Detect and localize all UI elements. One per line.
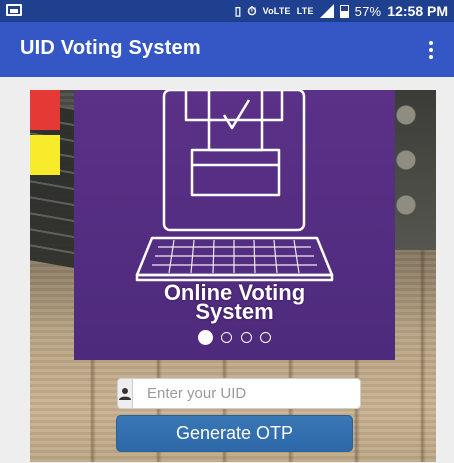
battery-icon	[339, 4, 349, 18]
uid-input-group	[117, 378, 361, 409]
image-notification-icon	[6, 4, 22, 16]
status-time: 12:58 PM	[387, 3, 448, 19]
image-slider[interactable]: Online Voting System	[74, 90, 395, 360]
signal-icon	[319, 4, 334, 18]
slide-dot-4[interactable]	[260, 332, 272, 343]
more-vert-icon[interactable]	[428, 41, 434, 59]
user-icon	[117, 378, 132, 409]
slider-indicator	[74, 330, 395, 348]
slide-dot-2[interactable]	[221, 332, 233, 343]
yellow-sticky-note	[30, 135, 60, 175]
volte-label: VoLTE	[262, 6, 291, 16]
generate-otp-button[interactable]: Generate OTP	[116, 415, 353, 452]
app-title: UID Voting System	[20, 37, 201, 59]
red-sticky-note	[30, 90, 60, 130]
slide-dot-3[interactable]	[240, 332, 252, 343]
vibrate-icon: ▯	[234, 4, 242, 18]
slide-dot-1[interactable]	[197, 330, 213, 345]
lte-label: LTE	[296, 6, 314, 16]
slide-subtitle: System	[195, 299, 274, 324]
uid-input[interactable]	[132, 378, 361, 409]
alarm-icon: ⏱	[247, 3, 257, 18]
battery-percent: 57%	[354, 3, 382, 19]
app-bar: UID Voting System	[0, 22, 454, 77]
status-bar: ▯ ⏱ VoLTE LTE 57% 12:58 PM	[0, 0, 454, 22]
